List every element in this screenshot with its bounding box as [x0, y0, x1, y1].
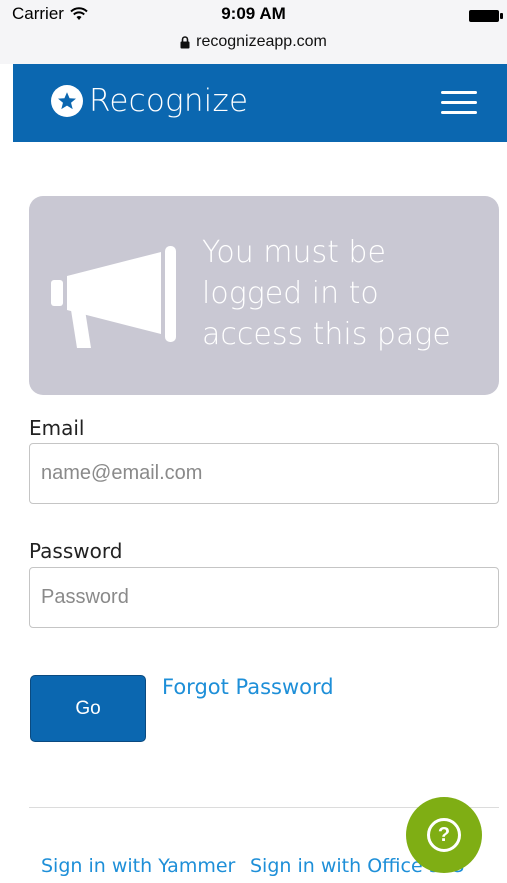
forgot-password-link[interactable]: Forgot Password [162, 675, 334, 699]
battery-icon [469, 10, 503, 22]
email-label: Email [29, 416, 85, 440]
question-mark-icon: ? [427, 818, 461, 852]
password-label: Password [29, 539, 123, 563]
lock-icon [180, 35, 190, 48]
email-field[interactable] [29, 443, 499, 504]
notice-message: You must be logged in to access this pag… [202, 235, 451, 352]
clock: 9:09 AM [221, 4, 286, 23]
top-navbar: Recognize [13, 64, 507, 142]
megaphone-icon [51, 246, 176, 348]
password-field[interactable] [29, 567, 499, 628]
url-text: recognizeapp.com [196, 33, 327, 50]
star-icon [51, 85, 83, 117]
hamburger-menu-icon[interactable] [441, 91, 477, 115]
brand-logo[interactable]: Recognize [51, 83, 248, 119]
go-button[interactable]: Go [30, 675, 146, 742]
sign-in-yammer-link[interactable]: Sign in with Yammer [41, 855, 235, 877]
brand-name: Recognize [89, 83, 249, 119]
login-required-notice: You must be logged in to access this pag… [29, 196, 499, 395]
help-button[interactable]: ? [406, 797, 482, 873]
address-bar[interactable]: recognizeapp.com [0, 33, 507, 51]
status-bar: Carrier 9:09 AM recognizeapp.com [0, 0, 507, 64]
